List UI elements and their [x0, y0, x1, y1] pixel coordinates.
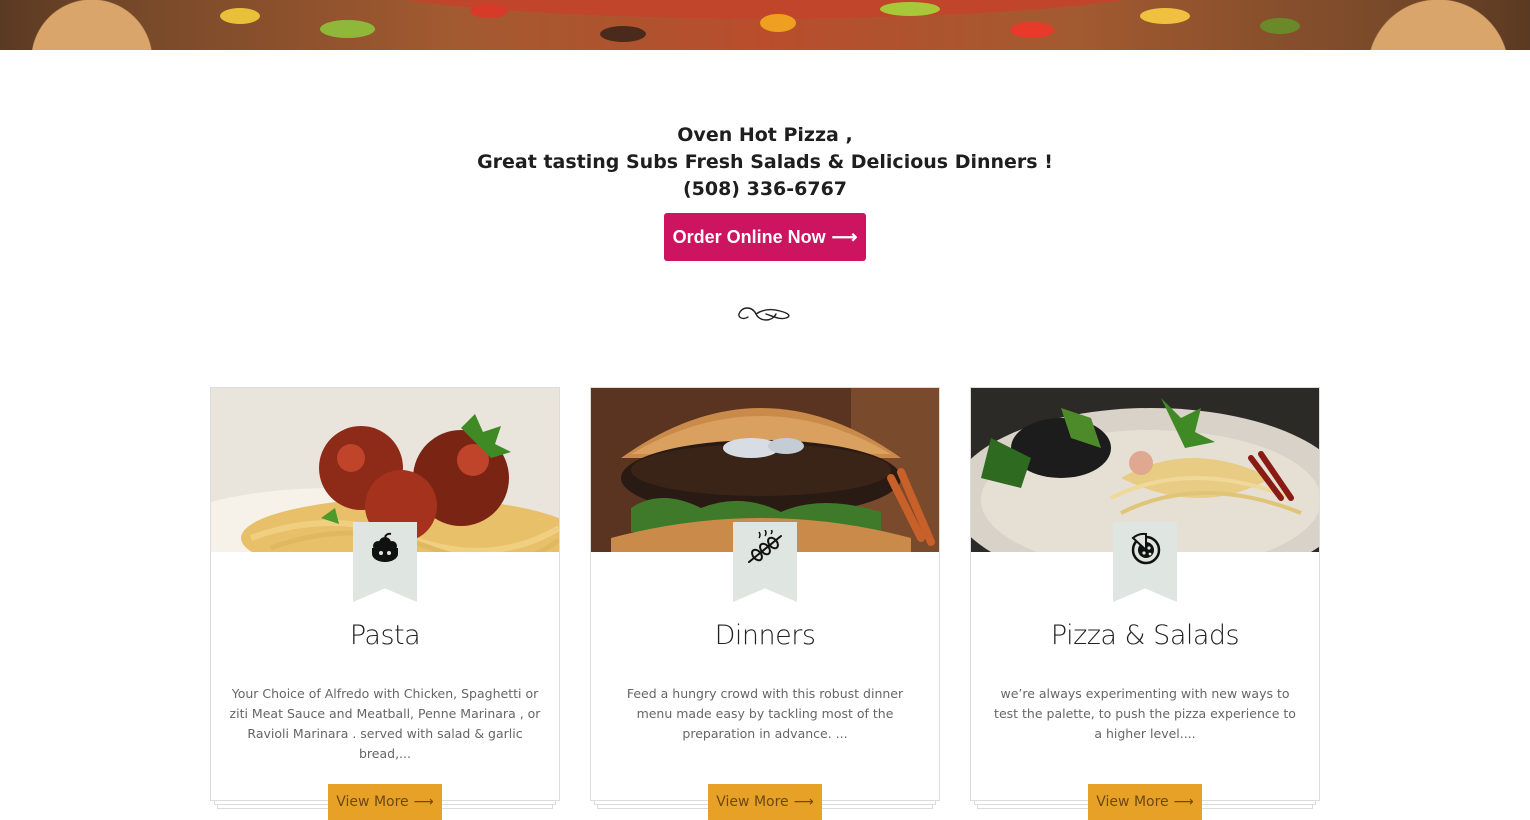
kebab-skewer-icon — [748, 530, 782, 563]
menu-card-pasta: Pasta Your Choice of Alfredo with Chicke… — [210, 387, 560, 820]
view-more-button[interactable]: View More ⟶ — [328, 784, 442, 820]
arrow-right-icon: ⟶ — [413, 794, 434, 810]
hero-topping — [760, 14, 796, 32]
hero-topping — [220, 8, 260, 24]
hero-topping — [470, 4, 508, 18]
chef-hat-pot-icon — [372, 532, 398, 562]
hero-topping — [320, 20, 375, 38]
menu-card-pizza-salads: Pizza & Salads we’re always experimentin… — [970, 387, 1320, 820]
card-title: Pasta — [349, 620, 421, 651]
card-description: Feed a hungry crowd with this robust din… — [626, 686, 904, 741]
card-title: Dinners — [714, 620, 816, 651]
card-description: Your Choice of Alfredo with Chicken, Spa… — [229, 686, 541, 761]
intro-heading-line1: Oven Hot Pizza , — [677, 124, 853, 146]
card-ribbon — [353, 522, 417, 602]
pizza-slice-icon — [1131, 532, 1161, 565]
view-more-button[interactable]: View More ⟶ — [1088, 784, 1202, 820]
hero-topping — [1260, 18, 1300, 34]
flourish-divider-icon — [738, 307, 790, 321]
order-online-label: Order Online Now — [672, 226, 826, 247]
card-description: we’re always experimenting with new ways… — [994, 686, 1296, 741]
card-ribbon — [1113, 522, 1177, 602]
view-more-label: View More — [716, 794, 789, 810]
arrow-right-icon: ⟶ — [793, 794, 814, 810]
hero-pizza-image — [0, 0, 1530, 50]
hero-topping — [600, 26, 646, 42]
hero-topping — [1010, 22, 1054, 38]
hero-topping — [1140, 8, 1190, 24]
intro-section: Oven Hot Pizza , Great tasting Subs Fres… — [0, 122, 1530, 203]
hero-topping — [880, 2, 940, 16]
view-more-label: View More — [336, 794, 409, 810]
card-title: Pizza & Salads — [1050, 620, 1240, 651]
intro-heading-line2: Great tasting Subs Fresh Salads & Delici… — [477, 151, 1053, 173]
menu-card-dinners: Dinners Feed a hungry crowd with this ro… — [590, 387, 940, 820]
card-ribbon — [733, 522, 797, 602]
view-more-label: View More — [1096, 794, 1169, 810]
intro-phone[interactable]: (508) 336-6767 — [0, 176, 1530, 203]
arrow-right-icon: ⟶ — [831, 226, 858, 247]
arrow-right-icon: ⟶ — [1173, 794, 1194, 810]
order-online-button[interactable]: Order Online Now ⟶ — [664, 213, 866, 261]
view-more-button[interactable]: View More ⟶ — [708, 784, 822, 820]
